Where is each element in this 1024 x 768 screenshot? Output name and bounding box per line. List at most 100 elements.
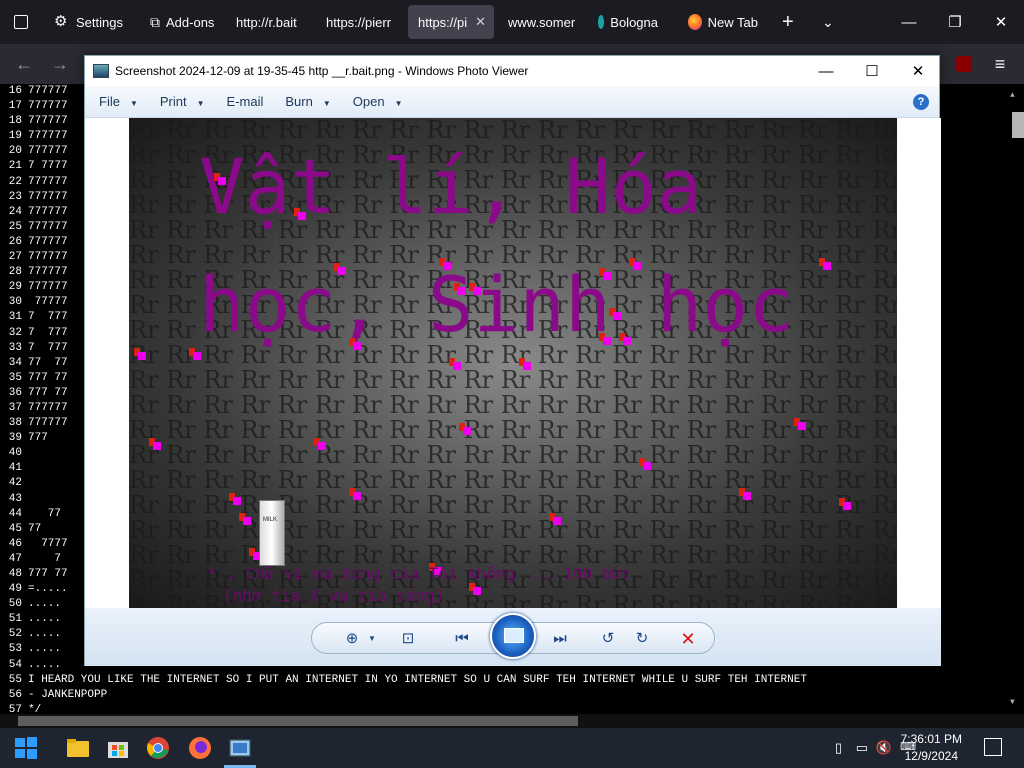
sprite [439,258,451,270]
store-icon[interactable] [106,736,130,760]
horizontal-scrollbar[interactable] [0,714,1024,728]
delete-icon[interactable]: ✕ [677,630,699,648]
line-text: 77 77 [28,356,68,369]
displayed-photo: Rr Rr Rr Rr Rr Rr Rr Rr Rr Rr Rr Rr Rr R… [129,118,897,608]
menu-file[interactable]: File ▼ [99,94,138,109]
tab-label: https://pi [418,14,468,30]
dropdown-arrow-icon: ▼ [394,99,403,108]
ublock-extension-icon[interactable] [956,56,972,72]
menu-label: File [99,94,120,109]
line-number: 43 [8,492,22,505]
line-text: 777777 [28,220,68,233]
line-text: 777777 [28,205,68,218]
help-icon[interactable]: ? [913,94,929,110]
next-icon[interactable]: ⏭ [549,630,571,648]
browser-minimize-button[interactable]: — [886,0,932,44]
menu-email[interactable]: E-mail [227,94,264,109]
scrollbar-thumb[interactable] [1012,112,1024,138]
viewer-toolbar: ⊕ ▼ ⊡ ⏮ ⏭ ↺ ↻ ✕ [85,608,941,666]
image-canvas: Rr Rr Rr Rr Rr Rr Rr Rr Rr Rr Rr Rr Rr R… [85,118,941,608]
close-tab-icon[interactable]: ✕ [475,14,486,30]
photo-heading: Vật lí, Hóa học, Sinh học [199,142,794,349]
sprite [599,268,611,280]
tab-r-bait[interactable]: http://r.bait [226,5,314,39]
line-number: 52 [8,628,22,641]
previous-icon[interactable]: ⏮ [451,630,473,648]
line-text: 777777 [28,417,68,430]
volume-muted-icon[interactable]: 🔇 [876,740,892,756]
menu-label: Burn [285,94,313,109]
zoom-dropdown-arrow-icon[interactable]: ▼ [361,630,383,648]
line-text: ..... [28,598,62,611]
line-number: 26 [8,235,22,248]
tab-bologna[interactable]: Bologna [588,5,668,39]
line-text: 777 77 [28,386,68,399]
menu-open[interactable]: Open ▼ [353,94,403,109]
browser-maximize-button[interactable]: ❐ [932,0,978,44]
line-text: 7 777 [28,341,68,354]
tab-new-tab[interactable]: New Tab [678,5,768,39]
line-text: ..... [28,658,62,671]
network-icon[interactable]: ▭ [856,740,868,756]
tab-label: Bologna [610,14,658,30]
tab-pierre[interactable]: https://pierr [316,5,406,39]
milk-label: MILK [263,517,278,523]
back-arrow-icon[interactable]: ← [12,52,36,76]
sprite [314,438,326,450]
browser-close-button[interactable]: ✕ [978,0,1024,44]
scrollbar-thumb[interactable] [18,716,578,726]
line-number: 19 [8,130,22,143]
line-number: 48 [8,568,22,580]
line-number: 30 [8,296,22,309]
menu-label: Print [159,94,187,109]
slideshow-button[interactable] [490,613,536,659]
line-text: 77 [28,507,62,520]
sprite [214,173,226,185]
sprite [839,498,851,510]
site-favicon-icon [598,15,605,29]
sprite [819,258,831,270]
zoom-icon[interactable]: ⊕ [341,630,363,648]
line-text: 777777 [28,130,68,143]
taskbar: ▯ ▭ 🔇 ⌨ 7:36:01 PM 12/9/2024 [0,728,1024,768]
line-text: I HEARD YOU LIKE THE INTERNET SO I PUT A… [28,673,807,686]
tab-overflow-chevron-down-icon[interactable]: ⌄ [812,5,840,39]
vertical-scrollbar[interactable]: ▲ ▼ [1006,84,1024,728]
menu-print[interactable]: Print ▼ [160,94,205,109]
tab-label: New Tab [707,14,758,30]
new-tab-button[interactable]: + [772,5,800,39]
viewer-close-button[interactable]: ✕ [895,56,941,86]
line-text: 777777 [28,235,68,248]
tab-active[interactable]: https://pi ✕ [408,5,494,39]
tab-add-ons[interactable]: ⧉ Add-ons [140,5,218,39]
start-windows-icon[interactable] [14,736,38,760]
usb-icon[interactable]: ▯ [835,740,842,756]
scroll-up-icon[interactable]: ▲ [1010,88,1015,103]
menu-hamburger-icon[interactable]: ≡ [988,52,1012,76]
photo-viewer-taskbar-icon[interactable] [228,736,252,760]
tab-somer[interactable]: www.somer [498,5,582,39]
menu-burn[interactable]: Burn ▼ [285,94,330,109]
rotate-right-icon[interactable]: ↻ [631,630,653,648]
line-number: 36 [8,386,22,399]
file-explorer-icon[interactable] [66,736,90,760]
line-text: 77 [28,522,42,535]
forward-arrow-icon[interactable]: → [48,52,72,76]
line-text: 777 77 [28,371,68,384]
scroll-down-icon[interactable]: ▼ [1010,695,1015,710]
menu-label: Open [352,94,385,109]
rotate-left-icon[interactable]: ↺ [597,630,619,648]
actual-size-icon[interactable]: ⊡ [397,630,419,648]
line-text: 777777 [28,100,68,113]
tab-settings[interactable]: ⚙ Settings [44,5,134,39]
line-number: 51 [8,613,22,626]
notification-center-icon[interactable] [984,738,1002,756]
chrome-icon[interactable] [146,736,170,760]
line-number: 40 [8,447,22,460]
tab-list-icon[interactable] [4,5,38,39]
firefox-taskbar-icon[interactable] [188,736,212,760]
sprite [454,283,466,295]
viewer-maximize-button[interactable]: ☐ [849,56,895,86]
viewer-minimize-button[interactable]: — [803,56,849,86]
clock[interactable]: 7:36:01 PM 12/9/2024 [901,731,962,765]
